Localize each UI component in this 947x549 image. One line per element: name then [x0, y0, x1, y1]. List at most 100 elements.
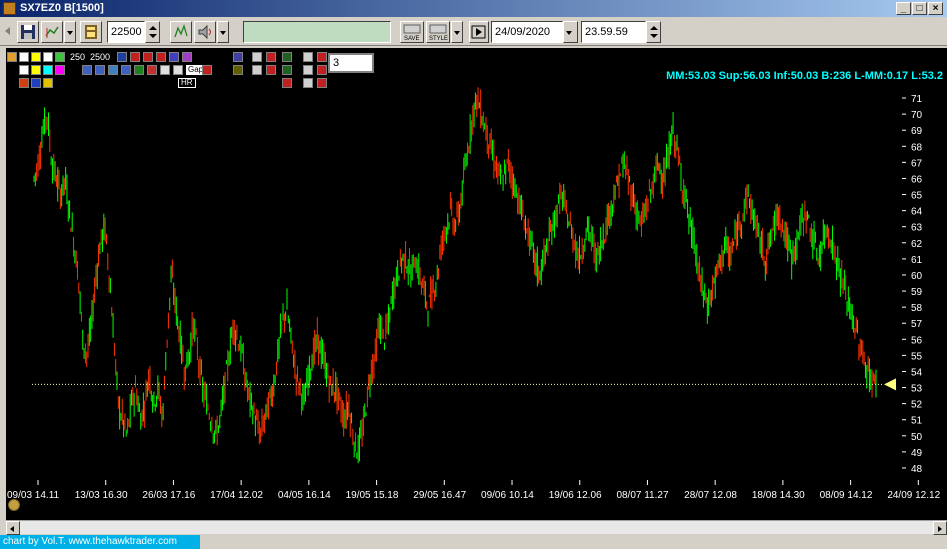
ac2-settings-icon[interactable]	[303, 65, 313, 75]
chart-type-icon[interactable]	[41, 21, 63, 43]
rsi-icon[interactable]	[182, 52, 192, 62]
period-input[interactable]: 3	[328, 53, 374, 73]
ev1-close-icon[interactable]	[266, 52, 276, 62]
x-tick-label: 08/09 14.12	[820, 490, 873, 501]
y-tick-label: 71	[911, 94, 923, 105]
tool-icon-1[interactable]	[82, 65, 92, 75]
scroll-right-button[interactable]	[933, 521, 947, 535]
chart-window: SX7EZ0 B[1500] _ □ × 22500 SAVE STYLE 24…	[0, 0, 947, 549]
sp-red-icon[interactable]	[19, 78, 29, 88]
y-tick-label: 56	[911, 335, 923, 346]
tool-icon-7[interactable]	[160, 65, 170, 75]
os-icon-3[interactable]	[143, 52, 153, 62]
color-white-swatch[interactable]	[19, 65, 29, 75]
y-tick-label: 67	[911, 158, 923, 169]
palette-icon[interactable]	[7, 52, 17, 62]
x-tick-label: 19/06 12.06	[549, 490, 602, 501]
close-button[interactable]: ×	[928, 2, 943, 15]
os-icon-2[interactable]	[130, 52, 140, 62]
tool-icon-6[interactable]	[147, 65, 157, 75]
credit-label: chart by Vol.T. www.thehawktrader.com	[0, 535, 200, 549]
hline-icon[interactable]	[43, 52, 53, 62]
hr-button[interactable]: HR	[178, 78, 196, 88]
y-tick-label: 62	[911, 239, 923, 250]
tool-icon-4[interactable]	[121, 65, 131, 75]
x-tick-label: 28/07 12.08	[684, 490, 737, 501]
ac2-icon[interactable]	[282, 65, 292, 75]
tool-icon-8[interactable]	[173, 65, 183, 75]
ev1-settings-icon[interactable]	[252, 52, 262, 62]
chart-type-dropdown[interactable]	[64, 21, 76, 43]
maximize-button[interactable]: □	[912, 2, 927, 15]
ac1-settings-icon[interactable]	[303, 52, 313, 62]
ac2-close-icon[interactable]	[317, 65, 327, 75]
ev2-settings-icon[interactable]	[252, 65, 262, 75]
sp-blue-icon[interactable]	[31, 78, 41, 88]
color-magenta-swatch[interactable]	[55, 65, 65, 75]
ev1-icon[interactable]	[233, 52, 243, 62]
title-bar[interactable]: SX7EZ0 B[1500] _ □ ×	[0, 0, 947, 17]
reset-icon[interactable]	[8, 499, 20, 511]
y-tick-label: 63	[911, 223, 923, 234]
trend-icon[interactable]	[55, 52, 65, 62]
chart-area[interactable]: 48 49 50 51 52 53 54 55 56 57 58 59 60 61 62 63 64 65 66 67…	[6, 48, 947, 520]
price-chart[interactable]: 48 49 50 51 52 53 54 55 56 57 58 59 60 61 62 63 64 65 66 67…	[6, 48, 947, 520]
y-tick-label: 51	[911, 416, 923, 427]
date-input[interactable]: 24/09/2020	[491, 21, 563, 43]
x-tick-label: 09/06 10.14	[481, 490, 534, 501]
x-tick-label: 17/04 12.02	[210, 490, 263, 501]
sp-toggle-icon[interactable]	[43, 78, 53, 88]
y-tick-label: 69	[911, 126, 923, 137]
color-cyan-swatch[interactable]	[43, 65, 53, 75]
ac3-settings-icon[interactable]	[303, 78, 313, 88]
sound-icon[interactable]	[194, 21, 216, 43]
x-tick-label: 26/03 17.16	[142, 490, 195, 501]
draw-line-icon[interactable]	[19, 52, 29, 62]
ac3-close-icon[interactable]	[317, 78, 327, 88]
y-tick-label: 58	[911, 303, 923, 314]
draw-diagonal-icon[interactable]	[31, 52, 41, 62]
os-icon-1[interactable]	[117, 52, 127, 62]
minimize-button[interactable]: _	[896, 2, 911, 15]
x-tick-label: 24/09 12.12	[887, 490, 940, 501]
y-tick-label: 50	[911, 432, 923, 443]
date-picker-dropdown[interactable]	[563, 21, 578, 43]
bars-count-spinner[interactable]	[145, 21, 160, 43]
tool-icon-2[interactable]	[95, 65, 105, 75]
indicator-icon[interactable]	[170, 21, 192, 43]
y-tick-label: 59	[911, 287, 923, 298]
tool-icon-3[interactable]	[108, 65, 118, 75]
bars-count-input[interactable]: 22500	[107, 21, 145, 43]
ev2-icon[interactable]	[233, 65, 243, 75]
os-icon-4[interactable]	[156, 52, 166, 62]
horizontal-scrollbar[interactable]	[6, 520, 947, 535]
last-price-marker	[884, 378, 896, 391]
scroll-left-button[interactable]	[6, 521, 20, 535]
vsi-icon[interactable]	[169, 52, 179, 62]
save-icon[interactable]	[17, 21, 39, 43]
hi-icon[interactable]	[202, 65, 212, 75]
sound-dropdown[interactable]	[217, 21, 229, 43]
play-icon[interactable]	[469, 21, 489, 43]
y-tick-label: 70	[911, 110, 923, 121]
y-tick-label: 54	[911, 367, 923, 378]
stats-readout: MM:53.03 Sup:56.03 Inf:50.03 B:236 L-MM:…	[666, 70, 943, 82]
ac1-icon[interactable]	[282, 52, 292, 62]
y-tick-label: 52	[911, 400, 923, 411]
toolbar-grip	[2, 21, 16, 43]
ac1-close-icon[interactable]	[317, 52, 327, 62]
style-button[interactable]: STYLE	[426, 21, 450, 43]
x-tick-label: 04/05 16.14	[278, 490, 331, 501]
calculator-icon[interactable]	[80, 21, 102, 43]
window-title: SX7EZ0 B[1500]	[20, 2, 104, 14]
style-dropdown[interactable]	[451, 21, 463, 43]
y-tick-label: 65	[911, 191, 923, 202]
save-template-button[interactable]: SAVE	[400, 21, 424, 43]
y-tick-label: 48	[911, 464, 923, 475]
color-yellow-swatch[interactable]	[31, 65, 41, 75]
ev2-close-icon[interactable]	[266, 65, 276, 75]
time-spinner[interactable]	[646, 21, 661, 43]
ac3-icon[interactable]	[282, 78, 292, 88]
time-input[interactable]: 23.59.59	[581, 21, 646, 43]
tool-icon-5[interactable]	[134, 65, 144, 75]
